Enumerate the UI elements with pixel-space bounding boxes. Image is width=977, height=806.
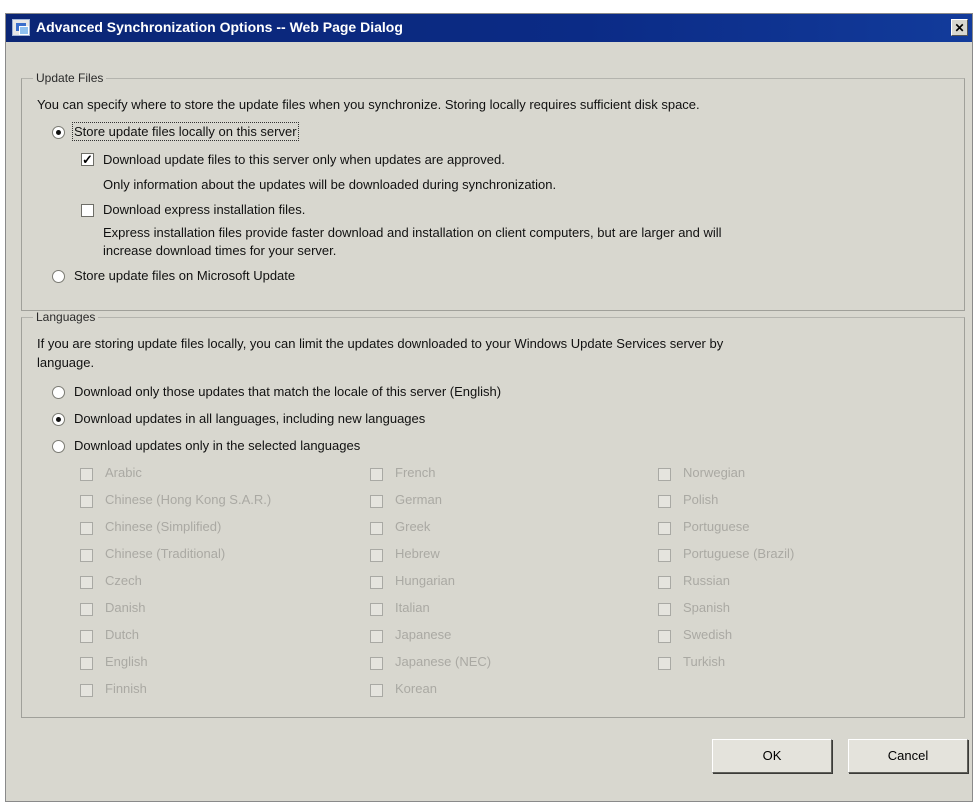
language-label-hungarian: Hungarian — [395, 573, 455, 588]
language-checkbox-swedish[interactable] — [658, 630, 671, 643]
language-checkbox-japanese-nec[interactable] — [370, 657, 383, 670]
language-label-italian: Italian — [395, 600, 430, 615]
language-checkbox-portuguese[interactable] — [658, 522, 671, 535]
language-label-finnish: Finnish — [105, 681, 147, 696]
language-checkbox-hebrew[interactable] — [370, 549, 383, 562]
language-checkbox-polish[interactable] — [658, 495, 671, 508]
language-label-danish: Danish — [105, 600, 146, 615]
close-icon[interactable]: ✕ — [951, 19, 968, 36]
languages-description-line2: language. — [37, 355, 95, 370]
language-label-japanese: Japanese — [395, 627, 452, 642]
express-files-note-line1: Express installation files provide faste… — [103, 225, 722, 240]
language-label-german: German — [395, 492, 442, 507]
language-label-turkish: Turkish — [683, 654, 726, 669]
update-files-legend: Update Files — [36, 71, 104, 85]
language-label-arabic: Arabic — [105, 465, 142, 480]
language-checkbox-chinese-traditional[interactable] — [80, 549, 93, 562]
selected-languages-label[interactable]: Download updates only in the selected la… — [74, 438, 360, 453]
language-label-portuguese: Portuguese — [683, 519, 750, 534]
language-label-dutch: Dutch — [105, 627, 139, 642]
language-checkbox-korean[interactable] — [370, 684, 383, 697]
all-languages-radio[interactable] — [52, 413, 65, 426]
language-label-chinese-simplified: Chinese (Simplified) — [105, 519, 222, 534]
language-checkbox-chinese-hong-kong[interactable] — [80, 495, 93, 508]
languages-group: Languages — [21, 310, 965, 718]
locale-only-label[interactable]: Download only those updates that match t… — [74, 384, 501, 399]
language-checkbox-chinese-simplified[interactable] — [80, 522, 93, 535]
update-files-description: You can specify where to store the updat… — [37, 97, 700, 112]
language-label-english: English — [105, 654, 148, 669]
express-files-label[interactable]: Download express installation files. — [103, 202, 305, 217]
language-label-chinese-hong-kong: Chinese (Hong Kong S.A.R.) — [105, 492, 272, 507]
express-files-checkbox[interactable] — [81, 204, 94, 217]
store-locally-radio[interactable] — [52, 126, 65, 139]
language-checkbox-danish[interactable] — [80, 603, 93, 616]
language-label-russian: Russian — [683, 573, 730, 588]
language-checkbox-dutch[interactable] — [80, 630, 93, 643]
language-checkbox-french[interactable] — [370, 468, 383, 481]
download-when-approved-note: Only information about the updates will … — [103, 177, 557, 192]
dialog-title: Advanced Synchronization Options -- Web … — [36, 19, 403, 35]
language-label-korean: Korean — [395, 681, 437, 696]
cancel-button[interactable]: Cancel — [848, 739, 968, 773]
web-page-dialog-icon — [12, 19, 30, 36]
language-checkbox-german[interactable] — [370, 495, 383, 508]
language-label-chinese-traditional: Chinese (Traditional) — [105, 546, 226, 561]
language-label-czech: Czech — [105, 573, 142, 588]
language-label-swedish: Swedish — [683, 627, 733, 642]
store-locally-label[interactable]: Store update files locally on this serve… — [72, 122, 299, 141]
language-checkbox-greek[interactable] — [370, 522, 383, 535]
language-label-japanese-nec: Japanese (NEC) — [395, 654, 492, 669]
language-label-spanish: Spanish — [683, 600, 730, 615]
language-checkbox-finnish[interactable] — [80, 684, 93, 697]
languages-description-line1: If you are storing update files locally,… — [37, 336, 724, 351]
language-checkbox-japanese[interactable] — [370, 630, 383, 643]
language-label-hebrew: Hebrew — [395, 546, 440, 561]
title-bar: Advanced Synchronization Options -- Web … — [6, 14, 972, 42]
language-label-greek: Greek — [395, 519, 431, 534]
language-checkbox-arabic[interactable] — [80, 468, 93, 481]
language-checkbox-italian[interactable] — [370, 603, 383, 616]
ok-button[interactable]: OK — [712, 739, 832, 773]
language-label-french: French — [395, 465, 436, 480]
language-label-polish: Polish — [683, 492, 719, 507]
languages-legend: Languages — [36, 310, 96, 324]
language-checkbox-czech[interactable] — [80, 576, 93, 589]
language-checkbox-portuguese-brazil[interactable] — [658, 549, 671, 562]
language-checkbox-turkish[interactable] — [658, 657, 671, 670]
store-microsoft-label[interactable]: Store update files on Microsoft Update — [74, 268, 295, 283]
store-microsoft-radio[interactable] — [52, 270, 65, 283]
selected-languages-radio[interactable] — [52, 440, 65, 453]
express-files-note-line2: increase download times for your server. — [103, 243, 337, 258]
language-checkbox-spanish[interactable] — [658, 603, 671, 616]
locale-only-radio[interactable] — [52, 386, 65, 399]
sync-options-dialog: Advanced Synchronization Options -- Web … — [5, 13, 973, 802]
language-checkbox-english[interactable] — [80, 657, 93, 670]
download-when-approved-checkbox[interactable]: ✓ — [81, 153, 94, 166]
download-when-approved-label[interactable]: Download update files to this server onl… — [103, 152, 505, 167]
language-checkbox-norwegian[interactable] — [658, 468, 671, 481]
language-label-norwegian: Norwegian — [683, 465, 746, 480]
language-checkbox-hungarian[interactable] — [370, 576, 383, 589]
all-languages-label[interactable]: Download updates in all languages, inclu… — [74, 411, 425, 426]
language-checkbox-russian[interactable] — [658, 576, 671, 589]
language-label-portuguese-brazil: Portuguese (Brazil) — [683, 546, 795, 561]
